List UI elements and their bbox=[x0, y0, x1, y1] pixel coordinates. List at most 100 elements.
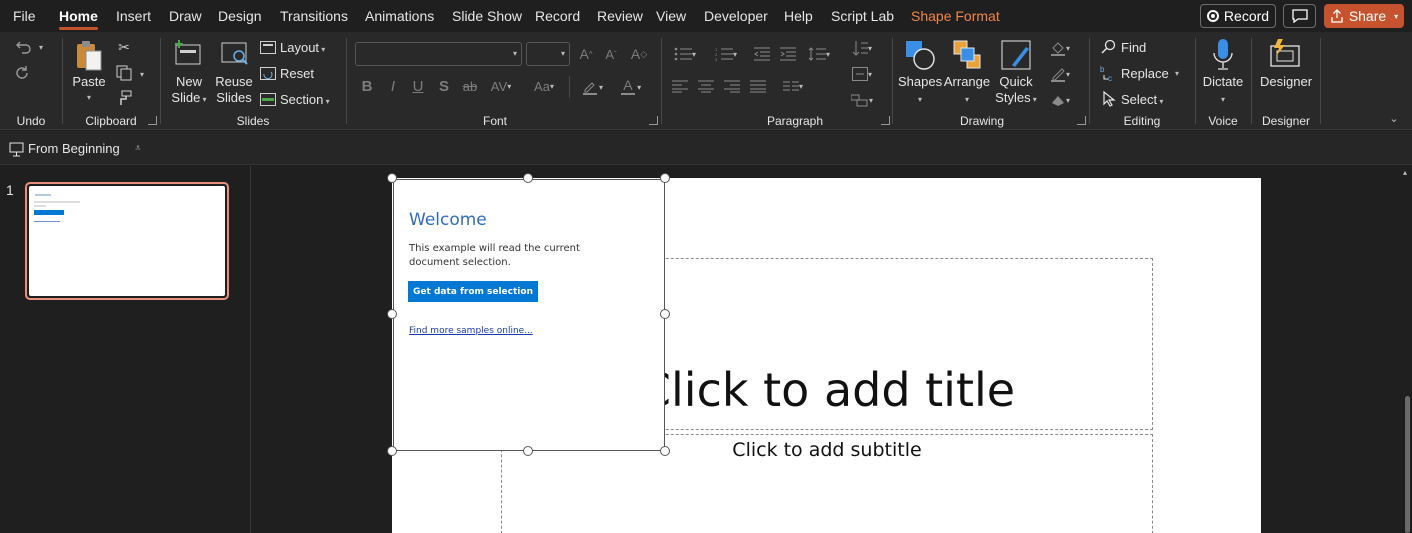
italic-button[interactable]: I bbox=[384, 76, 402, 96]
resize-handle-top[interactable] bbox=[523, 173, 533, 183]
quick-styles-icon[interactable] bbox=[999, 38, 1033, 72]
tab-script-lab[interactable]: Script Lab bbox=[831, 8, 894, 24]
increase-indent-icon[interactable] bbox=[778, 44, 798, 64]
new-slide-button[interactable]: New Slide ▾ bbox=[168, 74, 210, 108]
resize-handle-top-left[interactable] bbox=[387, 173, 397, 183]
smartart-icon[interactable]: ▾ bbox=[846, 90, 878, 110]
format-painter-icon[interactable] bbox=[115, 89, 133, 107]
tab-help[interactable]: Help bbox=[784, 8, 813, 24]
bold-button[interactable]: B bbox=[358, 76, 376, 96]
tab-transitions[interactable]: Transitions bbox=[280, 8, 348, 24]
scroll-up-icon[interactable]: ▴ bbox=[1403, 168, 1407, 177]
dictate-button[interactable]: Dictate ▾ bbox=[1200, 74, 1246, 108]
strikethrough-button[interactable]: ab bbox=[460, 76, 480, 96]
line-spacing-icon[interactable]: ▾ bbox=[804, 44, 834, 64]
new-slide-icon[interactable] bbox=[172, 38, 204, 68]
share-button[interactable]: Share ▾ bbox=[1324, 4, 1404, 28]
highlight-icon[interactable]: ▾ bbox=[576, 76, 608, 98]
resize-handle-right[interactable] bbox=[660, 309, 670, 319]
tab-file[interactable]: File bbox=[13, 8, 36, 24]
tab-design[interactable]: Design bbox=[218, 8, 262, 24]
paste-chevron-icon[interactable]: ▾ bbox=[84, 92, 94, 102]
from-beginning-button[interactable]: From Beginning bbox=[28, 141, 120, 157]
cut-icon[interactable]: ✂ bbox=[115, 38, 133, 56]
resize-handle-bottom[interactable] bbox=[523, 446, 533, 456]
align-center-icon[interactable] bbox=[696, 76, 716, 96]
paste-button[interactable]: Paste bbox=[70, 74, 108, 90]
text-direction-icon[interactable]: ▾ bbox=[846, 38, 878, 58]
tab-animations[interactable]: Animations bbox=[365, 8, 434, 24]
change-case-icon[interactable]: Aa ▾ bbox=[529, 76, 559, 96]
tab-insert[interactable]: Insert bbox=[116, 8, 151, 24]
find-button[interactable]: Find bbox=[1121, 40, 1146, 56]
tab-view[interactable]: View bbox=[656, 8, 686, 24]
undo-chevron-icon[interactable]: ▾ bbox=[37, 42, 45, 52]
paragraph-launcher-icon[interactable] bbox=[881, 116, 890, 125]
clear-formatting-icon[interactable]: A ◇ bbox=[628, 44, 650, 64]
resize-handle-left[interactable] bbox=[387, 309, 397, 319]
replace-icon[interactable]: bc bbox=[1100, 64, 1118, 82]
shapes-button[interactable]: Shapes ▾ bbox=[898, 74, 942, 108]
replace-chevron-icon[interactable]: ▾ bbox=[1172, 68, 1182, 78]
copy-chevron-icon[interactable]: ▾ bbox=[137, 69, 147, 79]
underline-button[interactable]: U bbox=[409, 76, 427, 96]
select-button[interactable]: Select ▾ bbox=[1121, 92, 1163, 110]
shape-fill-icon[interactable]: ▾ bbox=[1044, 38, 1076, 58]
align-text-icon[interactable]: ▾ bbox=[846, 64, 878, 84]
addin-content-frame[interactable]: Welcome This example will read the curre… bbox=[393, 179, 665, 451]
slide-thumbnail[interactable] bbox=[25, 182, 229, 300]
paste-icon[interactable] bbox=[74, 38, 104, 74]
shapes-icon[interactable] bbox=[903, 38, 937, 72]
select-icon[interactable] bbox=[1100, 90, 1118, 108]
arrange-button[interactable]: Arrange ▾ bbox=[942, 74, 992, 108]
vertical-scrollbar[interactable]: ▴ bbox=[1402, 166, 1412, 533]
resize-handle-bottom-right[interactable] bbox=[660, 446, 670, 456]
tab-home[interactable]: Home bbox=[59, 8, 98, 30]
record-button[interactable]: Record bbox=[1200, 4, 1276, 28]
decrease-indent-icon[interactable] bbox=[752, 44, 772, 64]
font-launcher-icon[interactable] bbox=[649, 116, 658, 125]
tab-draw[interactable]: Draw bbox=[169, 8, 202, 24]
tab-developer[interactable]: Developer bbox=[704, 8, 768, 24]
layout-icon[interactable] bbox=[260, 40, 276, 54]
designer-button[interactable]: Designer bbox=[1260, 74, 1312, 90]
get-data-button[interactable]: Get data from selection bbox=[408, 281, 538, 302]
copy-icon[interactable] bbox=[115, 64, 133, 82]
find-icon[interactable] bbox=[1100, 38, 1118, 56]
numbering-icon[interactable]: 1 2 3 ▾ bbox=[710, 44, 742, 64]
section-icon[interactable] bbox=[260, 92, 276, 106]
bullets-icon[interactable]: ▾ bbox=[670, 44, 700, 64]
reuse-slides-icon[interactable] bbox=[218, 38, 250, 68]
shape-outline-icon[interactable]: ▾ bbox=[1044, 64, 1076, 84]
find-samples-link[interactable]: Find more samples online... bbox=[409, 326, 533, 336]
resize-handle-top-right[interactable] bbox=[660, 173, 670, 183]
undo-icon[interactable] bbox=[12, 36, 34, 58]
redo-icon[interactable] bbox=[12, 62, 34, 84]
designer-icon[interactable] bbox=[1268, 36, 1302, 70]
columns-icon[interactable]: ▾ bbox=[776, 76, 810, 96]
reset-icon[interactable] bbox=[260, 66, 276, 80]
character-spacing-icon[interactable]: AV ▾ bbox=[486, 76, 516, 96]
replace-button[interactable]: Replace bbox=[1121, 66, 1169, 82]
comments-button[interactable] bbox=[1283, 4, 1316, 28]
clipboard-launcher-icon[interactable] bbox=[148, 116, 157, 125]
font-color-icon[interactable]: A ▾ bbox=[614, 76, 648, 98]
resize-handle-bottom-left[interactable] bbox=[387, 446, 397, 456]
from-beginning-icon[interactable] bbox=[8, 141, 24, 157]
customize-quick-access-icon[interactable]: ⩡ bbox=[132, 141, 144, 155]
microphone-icon[interactable] bbox=[1211, 36, 1235, 72]
arrange-icon[interactable] bbox=[950, 38, 984, 72]
reset-button[interactable]: Reset bbox=[280, 66, 314, 82]
drawing-launcher-icon[interactable] bbox=[1077, 116, 1086, 125]
collapse-ribbon-chevron-icon[interactable]: ⌄ bbox=[1388, 112, 1400, 125]
layout-button[interactable]: Layout ▾ bbox=[280, 40, 325, 58]
tab-shape-format[interactable]: Shape Format bbox=[911, 8, 1000, 24]
reuse-slides-button[interactable]: Reuse Slides bbox=[214, 74, 254, 106]
tab-slide-show[interactable]: Slide Show bbox=[452, 8, 522, 24]
grow-font-icon[interactable]: A ^ bbox=[576, 44, 596, 64]
font-name-combo[interactable]: ▾ bbox=[355, 42, 522, 66]
quick-styles-button[interactable]: Quick Styles ▾ bbox=[992, 74, 1040, 108]
justify-icon[interactable] bbox=[748, 76, 768, 96]
tab-record[interactable]: Record bbox=[535, 8, 580, 24]
shape-effects-icon[interactable]: ▾ bbox=[1044, 90, 1076, 110]
